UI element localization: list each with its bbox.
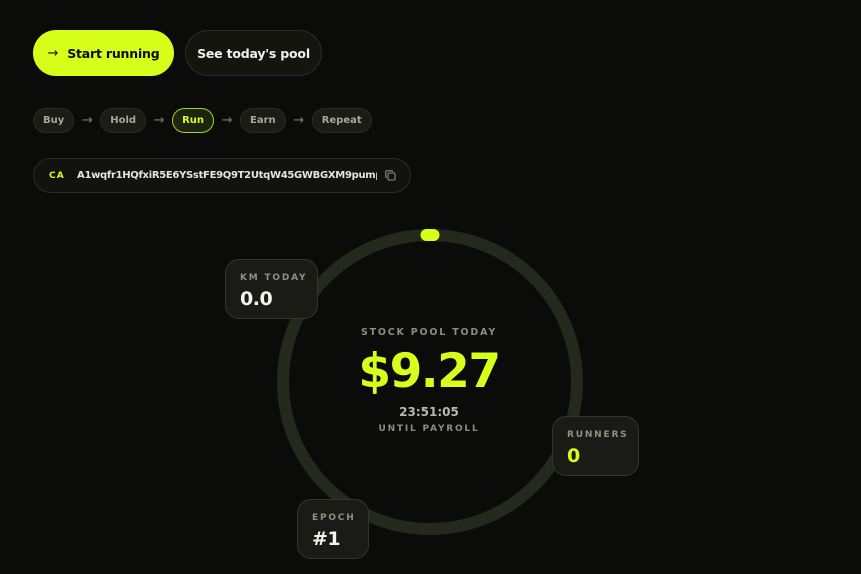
see-pool-label: See today's pool (197, 45, 310, 61)
step-repeat: Repeat (311, 108, 372, 133)
step-arrow-icon: → (221, 113, 233, 128)
payroll-timer: 23:51:05 (399, 405, 459, 419)
pool-value: $9.27 (358, 344, 501, 399)
runners-label: RUNNERS (567, 430, 629, 440)
contract-address-value: A1wqfr1HQfxiR5E6YSstFE9Q9T2UtqW45GWBGXM9… (77, 170, 377, 181)
km-today-card: KM TODAY 0.0 (225, 259, 318, 319)
contract-address-label: CA (49, 170, 65, 181)
ring-progress-marker (420, 229, 440, 241)
step-hold: Hold (100, 108, 147, 133)
copy-icon[interactable] (383, 169, 397, 183)
start-running-button[interactable]: → Start running (33, 30, 174, 76)
km-today-value: 0.0 (240, 288, 273, 310)
pool-label: STOCK POOL TODAY (360, 327, 498, 338)
runners-card: RUNNERS 0 (552, 416, 639, 476)
step-buy: Buy (33, 108, 75, 133)
km-today-label: KM TODAY (240, 273, 308, 283)
steps-flow: Buy → Hold → Run → Earn → Repeat (33, 108, 372, 133)
epoch-value: #1 (312, 528, 341, 550)
contract-address-pill: CA A1wqfr1HQfxiR5E6YSstFE9Q9T2UtqW45GWBG… (33, 158, 411, 193)
epoch-card: EPOCH #1 (297, 499, 369, 559)
page-root: → Start running See today's pool Buy → H… (0, 0, 861, 574)
see-pool-button[interactable]: See today's pool (185, 30, 322, 76)
start-running-label: Start running (67, 45, 160, 61)
runners-value: 0 (567, 445, 580, 467)
step-arrow-icon: → (81, 113, 93, 128)
epoch-label: EPOCH (312, 513, 356, 523)
step-arrow-icon: → (153, 113, 165, 128)
step-earn: Earn (240, 108, 286, 133)
until-payroll-label: UNTIL PAYROLL (378, 424, 480, 434)
step-run: Run (172, 108, 215, 133)
arrow-right-icon: → (47, 45, 59, 61)
step-arrow-icon: → (293, 113, 305, 128)
